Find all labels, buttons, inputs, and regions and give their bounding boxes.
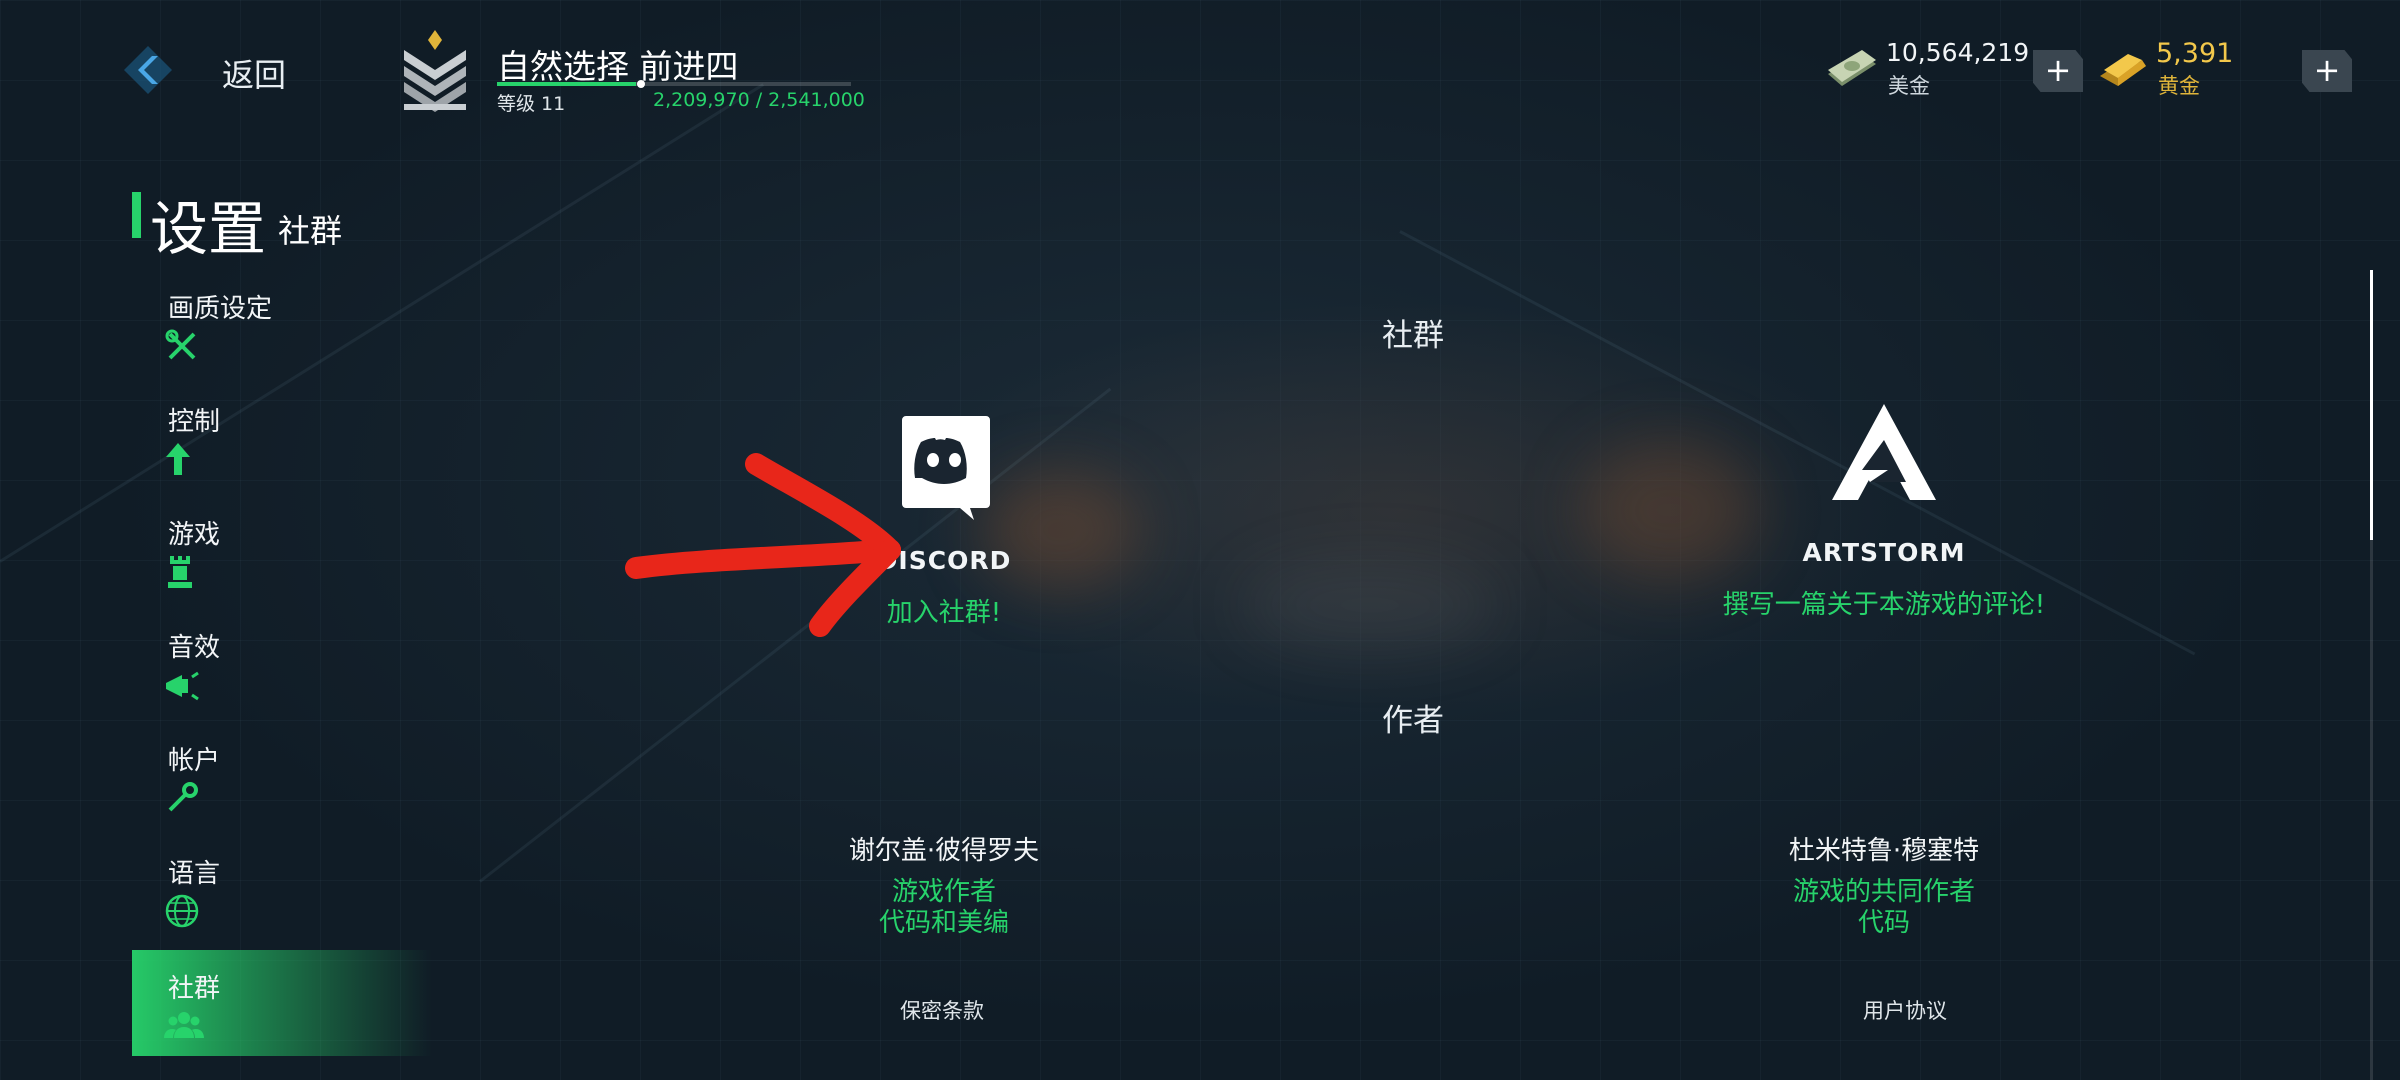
people-icon	[164, 1008, 204, 1044]
gold-label: 黄金	[2158, 74, 2200, 98]
xp-text: 2,209,970 / 2,541,000	[653, 89, 865, 111]
authors-section-title: 作者	[1382, 703, 1444, 739]
xp-progress-bar	[497, 82, 851, 86]
back-button[interactable]	[118, 40, 178, 100]
add-gold-button[interactable]: +	[2302, 50, 2352, 92]
page-subtitle: 社群	[278, 212, 343, 250]
artstorm-name: ARTSTORM	[1802, 538, 1966, 567]
user-agreement-link[interactable]: 用户协议	[1755, 995, 2055, 1025]
community-section-title: 社群	[1382, 318, 1444, 354]
wrench-screwdriver-icon	[164, 328, 204, 364]
menu-item-community[interactable]: 社群	[132, 950, 432, 1056]
menu-item-graphics[interactable]: 画质设定	[132, 288, 432, 388]
page-title: 设置	[150, 195, 267, 263]
rank-chevron-icon	[400, 28, 470, 112]
menu-item-label: 音效	[168, 633, 221, 663]
menu-item-label: 社群	[168, 974, 221, 1004]
author-name: 杜米特鲁·穆塞特	[1788, 836, 1980, 866]
cash-label: 美金	[1888, 74, 1930, 98]
back-arrow-icon	[124, 46, 172, 94]
menu-item-label: 语言	[168, 859, 221, 889]
megaphone-icon	[164, 667, 204, 703]
add-cash-button[interactable]: +	[2033, 50, 2083, 92]
discord-icon	[884, 412, 1004, 522]
menu-item-label: 游戏	[168, 520, 221, 550]
discord-card[interactable]: DISCORD 加入社群!	[684, 412, 1204, 632]
artstorm-icon	[1824, 400, 1944, 510]
artstorm-card[interactable]: ARTSTORM 撰写一篇关于本游戏的评论!	[1624, 400, 2144, 620]
key-icon	[164, 780, 204, 816]
author-role: 代码	[1857, 908, 1910, 938]
arrow-up-icon	[164, 441, 204, 477]
menu-item-language[interactable]: 语言	[132, 853, 432, 953]
cash-value: 10,564,219	[1886, 38, 2030, 67]
level-label: 等级 11	[497, 93, 566, 115]
scrollbar-thumb[interactable]	[2370, 270, 2373, 540]
discord-name: DISCORD	[876, 546, 1012, 575]
menu-item-label: 帐户	[168, 746, 221, 776]
gold-value: 5,391	[2156, 38, 2234, 69]
discord-description[interactable]: 加入社群!	[684, 592, 1204, 629]
privacy-policy-link[interactable]: 保密条款	[792, 995, 1092, 1025]
author-card: 谢尔盖·彼得罗夫 游戏作者 代码和美编	[684, 830, 1204, 939]
author-role: 代码和美编	[878, 908, 1009, 938]
back-label[interactable]: 返回	[222, 50, 286, 96]
gold-bar-icon	[2098, 50, 2148, 88]
artstorm-description[interactable]: 撰写一篇关于本游戏的评论!	[1624, 584, 2144, 621]
menu-item-controls[interactable]: 控制	[132, 401, 432, 501]
author-role: 游戏的共同作者	[1792, 877, 1975, 907]
author-name: 谢尔盖·彼得罗夫	[848, 836, 1040, 866]
globe-icon	[164, 893, 204, 929]
scrollbar[interactable]	[2370, 270, 2373, 1080]
menu-item-account[interactable]: 帐户	[132, 740, 432, 840]
xp-marker	[637, 80, 645, 88]
menu-item-label: 控制	[168, 407, 221, 437]
menu-item-label: 画质设定	[168, 294, 273, 324]
title-accent-bar	[132, 192, 141, 238]
author-role: 游戏作者	[891, 877, 996, 907]
author-card: 杜米特鲁·穆塞特 游戏的共同作者 代码	[1624, 830, 2144, 939]
player-name: 自然选择 前进四	[497, 47, 739, 86]
cash-icon	[1826, 50, 1878, 90]
chess-rook-icon	[164, 554, 204, 590]
menu-item-game[interactable]: 游戏	[132, 514, 432, 614]
menu-item-sound[interactable]: 音效	[132, 627, 432, 727]
